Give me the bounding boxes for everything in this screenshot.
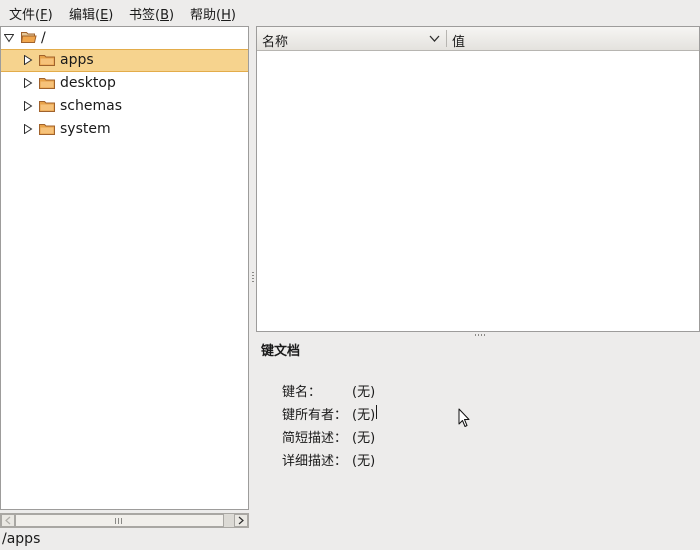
expander-collapsed-icon[interactable] <box>23 124 33 134</box>
long-desc-label: 详细描述： <box>282 454 348 469</box>
status-path: /apps <box>2 531 41 547</box>
tree-horizontal-scrollbar[interactable] <box>0 513 249 528</box>
key-list[interactable]: 名称 值 <box>256 26 700 332</box>
column-header-value[interactable]: 值 <box>447 27 699 50</box>
mouse-pointer-icon <box>458 408 470 427</box>
status-bar: /apps <box>0 529 700 550</box>
arrow-left-icon <box>5 516 11 525</box>
expander-collapsed-icon[interactable] <box>23 101 33 111</box>
long-desc-value: (无) <box>352 454 376 469</box>
scroll-left-button[interactable] <box>1 514 15 527</box>
short-desc-value: (无) <box>352 431 376 446</box>
menu-edit[interactable]: 编辑(E) <box>69 4 113 23</box>
menu-file-close: ) <box>47 8 53 23</box>
key-owner-value[interactable]: (无) <box>352 404 375 423</box>
directory-tree[interactable]: / apps desktop schemas system <box>0 26 249 510</box>
folder-icon <box>39 55 55 66</box>
menu-help-mnemonic: H <box>221 8 231 23</box>
expander-expanded-icon[interactable] <box>4 33 14 43</box>
splitter-grip-icon <box>475 334 485 336</box>
tree-item-label: system <box>60 121 111 137</box>
short-desc-label: 简短描述： <box>282 431 348 446</box>
tree-item-desktop[interactable]: desktop <box>1 72 248 95</box>
text-caret <box>376 405 377 419</box>
column-header-name[interactable]: 名称 <box>257 27 446 50</box>
menu-bookmarks-close: ) <box>169 8 175 23</box>
column-header-name-label: 名称 <box>262 35 289 50</box>
menu-help-close: ) <box>230 8 236 23</box>
expander-collapsed-icon[interactable] <box>23 55 33 65</box>
key-name-label: 键名： <box>282 385 322 400</box>
key-doc-title: 键文档 <box>261 344 301 359</box>
scroll-thumb[interactable] <box>15 514 224 527</box>
scroll-right-button[interactable] <box>234 514 248 527</box>
tree-item-system[interactable]: system <box>1 118 248 141</box>
tree-row-root[interactable]: / <box>1 27 248 50</box>
splitter-grip-icon <box>252 272 254 282</box>
menu-bookmarks[interactable]: 书签(B) <box>129 4 174 23</box>
folder-icon <box>39 78 55 89</box>
menu-bookmarks-label: 书签( <box>129 8 161 23</box>
menu-file-mnemonic: F <box>40 8 48 23</box>
menu-bar: 文件(F) 编辑(E) 书签(B) 帮助(H) <box>0 0 700 25</box>
menu-help-label: 帮助( <box>190 8 222 23</box>
key-name-value: (无) <box>352 385 376 400</box>
tree-item-schemas[interactable]: schemas <box>1 95 248 118</box>
menu-edit-label: 编辑( <box>69 8 101 23</box>
tree-item-label-root: / <box>41 30 46 46</box>
folder-open-icon <box>21 32 37 43</box>
pane-splitter-horizontal[interactable] <box>256 332 700 338</box>
menu-file[interactable]: 文件(F) <box>9 4 53 23</box>
arrow-right-icon <box>238 516 244 525</box>
tree-item-apps[interactable]: apps <box>1 49 248 72</box>
column-header-value-label: 值 <box>452 35 466 50</box>
tree-item-label: apps <box>60 52 94 68</box>
scroll-grip-icon <box>115 518 123 524</box>
tree-item-label: desktop <box>60 75 116 91</box>
menu-edit-close: ) <box>108 8 114 23</box>
key-owner-label: 键所有者： <box>282 408 348 423</box>
list-header: 名称 值 <box>257 27 699 51</box>
sort-arrow-down-icon <box>429 35 440 42</box>
menu-help[interactable]: 帮助(H) <box>190 4 236 23</box>
menu-bookmarks-mnemonic: B <box>160 8 169 23</box>
tree-item-label: schemas <box>60 98 122 114</box>
expander-collapsed-icon[interactable] <box>23 78 33 88</box>
folder-icon <box>39 101 55 112</box>
menu-file-label: 文件( <box>9 8 41 23</box>
folder-icon <box>39 124 55 135</box>
